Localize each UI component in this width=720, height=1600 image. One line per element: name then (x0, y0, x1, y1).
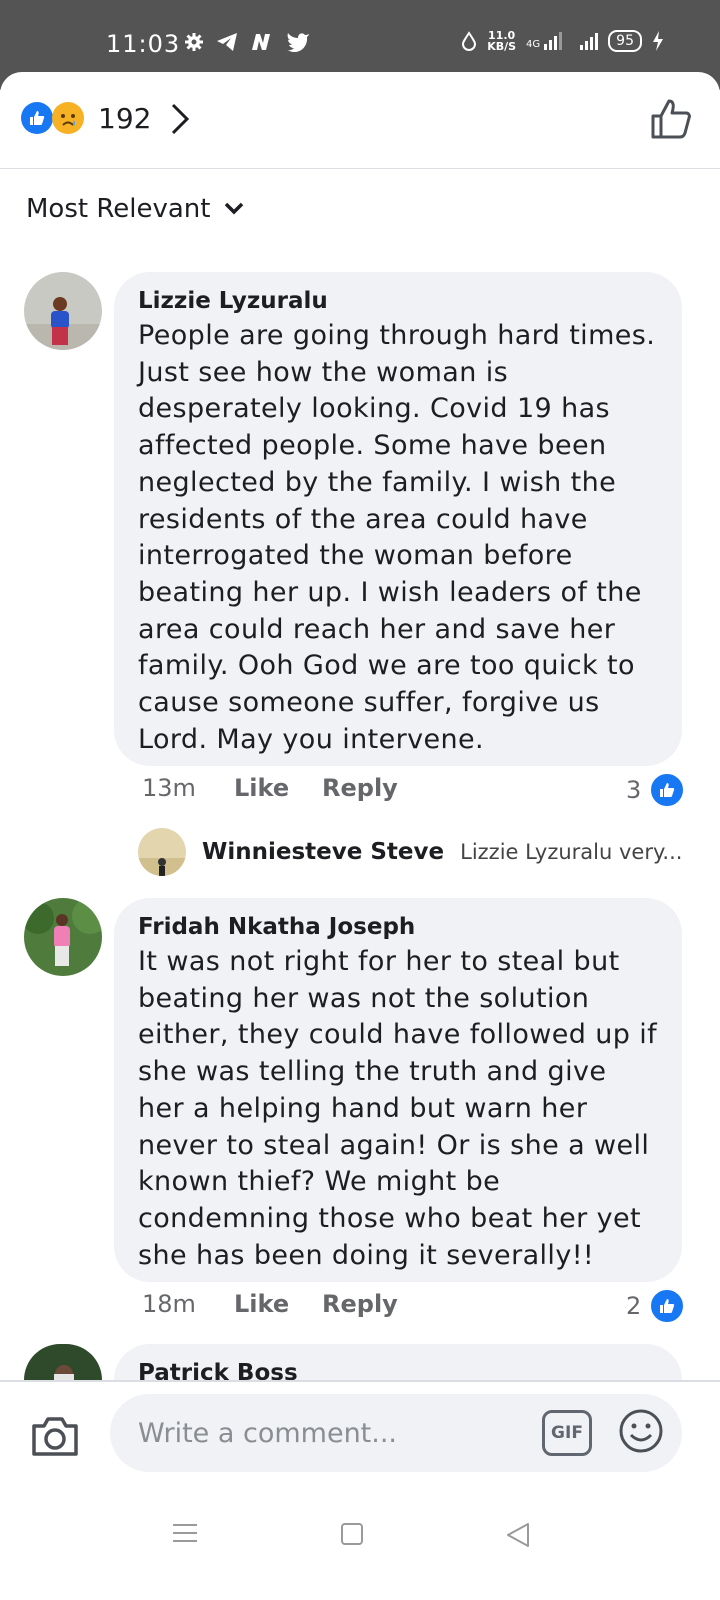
reply-preview[interactable]: Winniesteve Steve Lizzie Lyzuralu very..… (138, 828, 682, 876)
telegram-icon (217, 33, 237, 51)
comment-input[interactable] (136, 1414, 520, 1452)
twitter-icon (287, 33, 309, 52)
like-badge-icon (649, 1288, 686, 1324)
avatar[interactable] (24, 898, 102, 976)
like-badge-icon (649, 772, 686, 808)
reply-button[interactable]: Reply (322, 1290, 398, 1318)
avatar[interactable] (138, 828, 186, 876)
reactions-summary[interactable]: 192 (0, 72, 720, 169)
comment-bubble[interactable]: Lizzie Lyzuralu People are going through… (114, 272, 682, 766)
comment-composer: GIF (0, 1380, 720, 1502)
system-icons: 11.0 KB/S 4G 95 (461, 30, 664, 52)
avatar[interactable] (24, 1344, 102, 1380)
comment-like-count[interactable]: 3 (626, 772, 686, 808)
menu-icon[interactable] (172, 1522, 198, 1544)
net-speed-unit: KB/S (487, 40, 517, 53)
chevron-right-icon[interactable] (170, 102, 190, 136)
comment-text: People are going through hard times. Jus… (138, 320, 656, 755)
camera-icon[interactable] (30, 1414, 80, 1458)
news-icon (252, 34, 270, 50)
comment-bubble[interactable]: Patrick Boss (114, 1344, 682, 1380)
gif-button[interactable]: GIF (542, 1410, 592, 1456)
comment-timestamp: 13m (142, 774, 196, 802)
sad-reaction-icon (52, 102, 84, 134)
comment-author[interactable]: Patrick Boss (138, 1360, 658, 1380)
like-button[interactable]: Like (234, 1290, 322, 1318)
comment-like-count[interactable]: 2 (626, 1288, 686, 1324)
like-button[interactable]: Like (234, 774, 322, 802)
reply-text: Lizzie Lyzuralu very... (460, 840, 683, 864)
system-nav-bar (0, 1500, 720, 1600)
data-saver-icon (462, 31, 477, 51)
emoji-icon[interactable] (618, 1408, 664, 1454)
like-outline-icon[interactable] (650, 98, 692, 140)
signal-4g-icon: 4G (526, 32, 563, 50)
signal-icon (580, 32, 599, 50)
comment-author[interactable]: Fridah Nkatha Joseph (138, 914, 658, 940)
reaction-count: 192 (98, 102, 152, 135)
clock: 11:03 (106, 30, 181, 58)
comment-actions: 13m Like Reply (142, 774, 398, 802)
back-icon[interactable] (506, 1522, 530, 1548)
comment-timestamp: 18m (142, 1290, 196, 1318)
comment-text: It was not right for her to steal but be… (138, 946, 658, 1271)
reply-button[interactable]: Reply (322, 774, 398, 802)
notification-icons (184, 32, 310, 52)
net-speed: 11.0 KB/S (487, 30, 516, 52)
chevron-down-icon (225, 202, 244, 215)
comment-author[interactable]: Lizzie Lyzuralu (138, 288, 658, 314)
comment-actions: 18m Like Reply (142, 1290, 398, 1318)
gear-icon (185, 33, 203, 51)
comment-bubble[interactable]: Fridah Nkatha Joseph It was not right fo… (114, 898, 682, 1282)
comment-input-container[interactable]: GIF (110, 1394, 682, 1472)
like-count-value: 2 (626, 1292, 642, 1320)
home-icon[interactable] (340, 1522, 364, 1546)
like-count-value: 3 (626, 776, 642, 804)
comments-sheet: 192 Most Relevant Lizzie Lyzuralu People… (0, 72, 720, 1600)
like-reaction-icon (21, 102, 53, 134)
charging-icon (653, 31, 663, 51)
reply-author[interactable]: Winniesteve Steve (202, 839, 444, 865)
network-type: 4G (526, 39, 541, 50)
sort-dropdown[interactable]: Most Relevant (26, 194, 244, 224)
avatar[interactable] (24, 272, 102, 350)
battery-icon: 95 (608, 30, 642, 52)
sort-label: Most Relevant (26, 194, 211, 224)
